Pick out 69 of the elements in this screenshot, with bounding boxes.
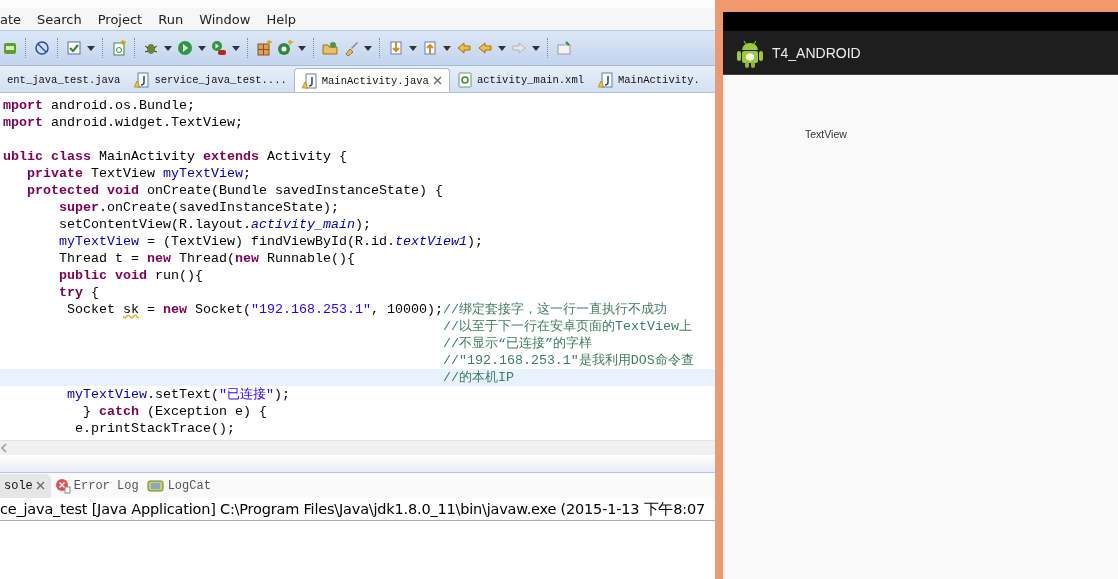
code-line: //"192.168.253.1"是我利用DOS命令查	[441, 352, 694, 369]
checkbox-icon[interactable]	[66, 40, 82, 56]
code-line: //的本机IP	[441, 369, 514, 386]
menu-item[interactable]: Project	[89, 11, 151, 27]
menu-item[interactable]: Search	[29, 11, 90, 27]
view-tab[interactable]: Error Log	[50, 473, 143, 498]
download-icon[interactable]	[388, 40, 404, 56]
code-line: myTextView = (TextView) findViewById(R.id.textView1);	[58, 233, 483, 250]
code-line: super.onCreate(savedInstanceState);	[58, 199, 339, 216]
close-icon[interactable]	[432, 76, 442, 85]
text-view-label: TextView	[805, 128, 847, 140]
menu-item[interactable]: ate	[0, 11, 30, 27]
code-line: ublic class MainActivity extends Activity {	[2, 148, 347, 165]
code-line: protected void onCreate(Bundle savedInstanceState) {	[26, 182, 443, 199]
dropdown-caret-icon[interactable]	[443, 45, 451, 51]
java-file-icon	[134, 72, 151, 88]
close-icon[interactable]	[35, 481, 45, 490]
new-file-icon[interactable]	[111, 40, 127, 56]
grid-icon[interactable]	[256, 40, 272, 56]
error-log-icon	[54, 477, 71, 494]
dropdown-caret-icon[interactable]	[498, 45, 506, 51]
pin-icon[interactable]	[556, 40, 572, 56]
menu-item[interactable]: Window	[191, 11, 259, 27]
code-line: mport android.os.Bundle;	[2, 97, 195, 114]
code-line: private TextView myTextView;	[26, 165, 251, 182]
java-file-icon	[598, 72, 614, 88]
back-icon[interactable]	[456, 40, 472, 56]
view-tab[interactable]: sole	[0, 473, 51, 498]
code-line: //不显示“已连接”的字样	[441, 335, 592, 352]
editor-tab[interactable]: MainActivity.java	[293, 68, 450, 92]
dropdown-caret-icon[interactable]	[532, 45, 540, 51]
code-line: Thread t = new Thread(new Runnable(){	[58, 250, 355, 267]
run-tool-icon[interactable]	[211, 40, 227, 56]
code-line: //以至于下一行在安卓页面的TextView上	[441, 318, 692, 335]
device-icon[interactable]	[2, 40, 18, 56]
upload-icon[interactable]	[422, 40, 438, 56]
code-line: public void run(){	[58, 267, 203, 284]
dropdown-caret-icon[interactable]	[364, 45, 372, 51]
new-class-icon[interactable]	[277, 40, 293, 56]
dropdown-caret-icon[interactable]	[198, 45, 206, 51]
console-header: ce_java_test [Java Application] C:\Program Files\Java\jdk1.8.0_11\bin\javaw.exe (2015-1-13 下午8:07	[0, 500, 706, 519]
editor-tab[interactable]: MainActivity.	[591, 68, 707, 92]
code-line: Socket sk = new Socket("192.168.253.1", 10000);//绑定套接字，这一行一直执行不成功	[66, 301, 667, 318]
view-tab[interactable]: LogCat	[142, 473, 215, 498]
app-title: T4_ANDROID	[772, 44, 861, 61]
code-line: } catch (Exception e) {	[81, 403, 267, 420]
dropdown-caret-icon[interactable]	[232, 45, 240, 51]
brush-icon[interactable]	[343, 40, 359, 56]
dropdown-caret-icon[interactable]	[298, 45, 306, 51]
code-line: mport android.widget.TextView;	[2, 114, 243, 131]
left-arrow-icon[interactable]	[477, 40, 493, 56]
editor-tab[interactable]: activity_main.xml	[449, 68, 591, 92]
code-line: myTextView.setText("已连接");	[66, 386, 290, 403]
no-entry-icon[interactable]	[34, 40, 50, 56]
editor-tab[interactable]: service_java_test....	[127, 68, 294, 92]
java-file-icon	[301, 72, 318, 89]
editor-tab[interactable]: ent_java_test.java	[0, 68, 128, 92]
logcat-icon	[146, 477, 165, 494]
xml-file-icon	[456, 72, 473, 88]
code-line: e.printStackTrace();	[73, 420, 235, 437]
folder-icon[interactable]	[322, 40, 338, 56]
dropdown-caret-icon[interactable]	[409, 45, 417, 51]
dropdown-caret-icon[interactable]	[164, 45, 172, 51]
dropdown-caret-icon[interactable]	[87, 45, 95, 51]
code-line: setContentView(R.layout.activity_main);	[58, 216, 371, 233]
menu-item[interactable]: Run	[150, 11, 192, 27]
play-icon[interactable]	[177, 40, 193, 56]
menu-item[interactable]: Help	[258, 11, 305, 27]
code-line: try {	[58, 284, 99, 301]
